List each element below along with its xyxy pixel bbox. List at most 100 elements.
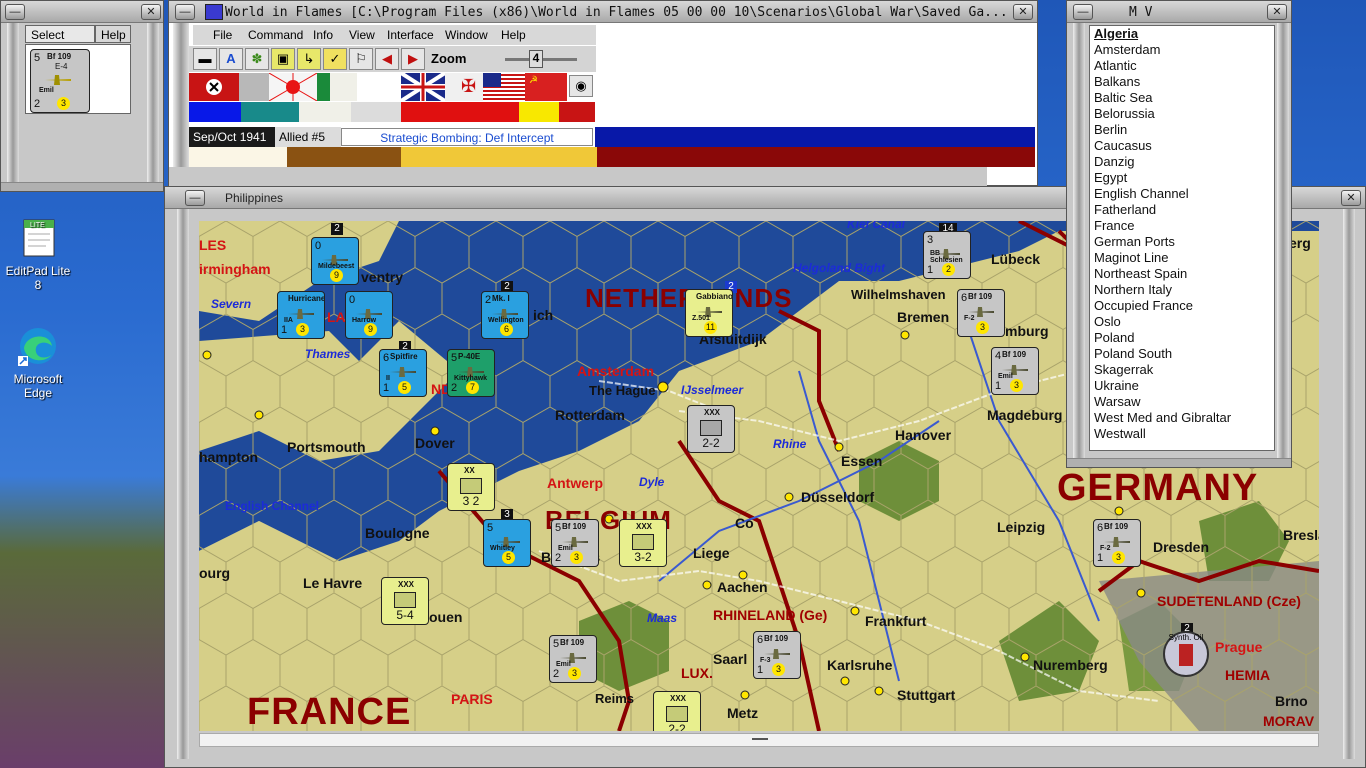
air-unit-counter[interactable]: 5 P-40E Kittyhawk 2 7 xyxy=(447,349,495,397)
mv-list-item[interactable]: Berlin xyxy=(1090,122,1274,138)
mv-list[interactable]: Algeria Amsterdam Atlantic Balkans Baltic Se… xyxy=(1089,25,1275,451)
mv-list-item[interactable]: Atlantic xyxy=(1090,58,1274,74)
mv-list-item[interactable]: Occupied France xyxy=(1090,298,1274,314)
resize-grip[interactable] xyxy=(1067,458,1291,467)
mv-list-item[interactable]: Northeast Spain xyxy=(1090,266,1274,282)
mv-list-item[interactable]: Maginot Line xyxy=(1090,250,1274,266)
synth-oil-marker[interactable]: Synth. Oil xyxy=(1163,631,1209,677)
air-unit-counter[interactable]: 3 BB Schlesien 1 2 xyxy=(923,231,971,279)
tank-icon[interactable]: ▬ xyxy=(193,48,217,70)
air-unit-counter[interactable]: 5 Whitley 5 xyxy=(483,519,531,567)
mv-list-item[interactable]: Skagerrak xyxy=(1090,362,1274,378)
close-button[interactable]: ✕ xyxy=(1267,4,1287,20)
close-button[interactable]: ✕ xyxy=(141,4,161,20)
arrow-right-icon[interactable]: ▶ xyxy=(401,48,425,70)
mv-list-item[interactable]: Westwall xyxy=(1090,426,1274,442)
air-unit-counter[interactable]: 0 Harrow 9 xyxy=(345,291,393,339)
air-unit-counter[interactable]: 6 Bf 109 F-2 3 xyxy=(957,289,1005,337)
air-unit-counter[interactable]: Gabbiano Z.501 11 xyxy=(685,289,733,337)
zoom-slider-thumb[interactable]: 4 xyxy=(529,50,543,68)
air-unit-counter[interactable]: 6 Bf 109 F-2 1 3 xyxy=(1093,519,1141,567)
mv-list-item[interactable]: Amsterdam xyxy=(1090,42,1274,58)
window-menu-button[interactable]: — xyxy=(185,190,205,206)
land-unit-counter[interactable]: XX 3 2 xyxy=(447,463,495,511)
mv-list-item[interactable]: West Med and Gibraltar xyxy=(1090,410,1274,426)
map-horizontal-scrollbar[interactable] xyxy=(199,733,1319,747)
cog-icon[interactable]: ✽ xyxy=(245,48,269,70)
mv-list-item[interactable]: German Ports xyxy=(1090,234,1274,250)
window-menu-button[interactable]: — xyxy=(1073,4,1093,20)
close-button[interactable]: ✕ xyxy=(1013,4,1033,20)
tab-help[interactable]: Help xyxy=(95,25,131,43)
edge-desktop-icon[interactable]: Microsoft Edge xyxy=(2,324,74,400)
japan-flag[interactable] xyxy=(268,72,318,102)
mv-list-item[interactable]: Oslo xyxy=(1090,314,1274,330)
italy-flag[interactable] xyxy=(317,73,357,101)
editpad-desktop-icon[interactable]: LITE EditPad Lite 8 xyxy=(2,216,74,292)
mv-list-item[interactable]: Ukraine xyxy=(1090,378,1274,394)
mv-list-item[interactable]: Fatherland xyxy=(1090,202,1274,218)
mv-list-item[interactable]: Baltic Sea xyxy=(1090,90,1274,106)
label-coventry: ventry xyxy=(361,269,404,285)
mv-window-titlebar[interactable]: — M V ✕ xyxy=(1067,1,1291,23)
ussr-flag[interactable]: ☭ xyxy=(525,73,567,101)
check-icon[interactable]: ✓ xyxy=(323,48,347,70)
free-france-flag[interactable]: ✠ xyxy=(445,73,483,101)
uk-flag[interactable] xyxy=(399,71,447,103)
menu-window[interactable]: Window xyxy=(445,28,488,42)
menu-info[interactable]: Info xyxy=(313,28,333,42)
selected-unit-counter[interactable]: 5 Bf 109 E-4 Emil 2 3 xyxy=(30,49,90,113)
label-liege: Liege xyxy=(693,545,730,561)
flag-icon[interactable]: ⚐ xyxy=(349,48,373,70)
mv-list-item[interactable]: Warsaw xyxy=(1090,394,1274,410)
mv-list-item[interactable]: Balkans xyxy=(1090,74,1274,90)
land-unit-counter[interactable]: XXX 5-4 xyxy=(381,577,429,625)
mv-list-item[interactable]: Poland xyxy=(1090,330,1274,346)
main-titlebar[interactable]: — World in Flames [C:\Program Files (x86… xyxy=(169,1,1037,23)
menu-interface[interactable]: Interface xyxy=(387,28,434,42)
font-icon[interactable]: A xyxy=(219,48,243,70)
scroll-grip[interactable] xyxy=(752,738,768,740)
route-icon[interactable]: ↳ xyxy=(297,48,321,70)
resize-grip[interactable] xyxy=(1,182,163,191)
menu-command[interactable]: Command xyxy=(248,28,303,42)
synth-oil-label: Synth. Oil xyxy=(1168,633,1204,642)
germany-flag[interactable] xyxy=(189,73,239,101)
grid-icon[interactable]: ▣ xyxy=(271,48,295,70)
mv-list-item[interactable]: Algeria xyxy=(1090,26,1274,42)
air-unit-counter[interactable]: 5 Bf 109 Emil 2 3 xyxy=(549,635,597,683)
air-unit-counter[interactable]: 4 Bf 109 Emil 1 3 xyxy=(991,347,1039,395)
tab-select[interactable]: Select xyxy=(25,25,95,43)
air-unit-counter[interactable]: 0 Mildebeest 9 xyxy=(311,237,359,285)
mv-list-item[interactable]: France xyxy=(1090,218,1274,234)
mv-list-item[interactable]: English Channel xyxy=(1090,186,1274,202)
label-morava: MORAV xyxy=(1263,713,1315,729)
target-icon[interactable]: ◉ xyxy=(569,75,593,97)
menu-view[interactable]: View xyxy=(349,28,375,42)
menu-help[interactable]: Help xyxy=(501,28,526,42)
window-menu-button[interactable]: — xyxy=(175,4,195,20)
mv-list-item[interactable]: Northern Italy xyxy=(1090,282,1274,298)
air-unit-counter[interactable]: 6 Bf 109 F-3 1 3 xyxy=(753,631,801,679)
air-unit-counter[interactable]: 2 Mk. I Wellington 6 xyxy=(481,291,529,339)
land-unit-counter[interactable]: XXX 2-2 xyxy=(687,405,735,453)
mv-list-item[interactable]: Poland South xyxy=(1090,346,1274,362)
flag-grey[interactable] xyxy=(239,73,269,101)
window-menu-button[interactable]: — xyxy=(5,4,25,20)
unit-name: Bf 109 xyxy=(560,638,585,647)
mv-list-item[interactable]: Belorussia xyxy=(1090,106,1274,122)
close-button[interactable]: ✕ xyxy=(1341,190,1361,206)
mv-list-item[interactable]: Danzig xyxy=(1090,154,1274,170)
unit-strength: 5 xyxy=(555,522,562,534)
land-unit-counter[interactable]: XXX 3-2 xyxy=(619,519,667,567)
menu-file[interactable]: File xyxy=(213,28,232,42)
select-window-titlebar[interactable]: — ✕ xyxy=(1,1,163,23)
arrow-left-icon[interactable]: ◀ xyxy=(375,48,399,70)
mv-list-item[interactable]: Egypt xyxy=(1090,170,1274,186)
land-unit-counter[interactable]: XXX 2-2 xyxy=(653,691,701,731)
mv-list-item[interactable]: Caucasus xyxy=(1090,138,1274,154)
air-unit-counter[interactable]: Hurricane IIA 1 3 xyxy=(277,291,325,339)
air-unit-counter[interactable]: 5 Bf 109 Emil 2 3 xyxy=(551,519,599,567)
usa-flag[interactable] xyxy=(483,73,525,101)
air-unit-counter[interactable]: 6 Spitfire II 1 5 xyxy=(379,349,427,397)
